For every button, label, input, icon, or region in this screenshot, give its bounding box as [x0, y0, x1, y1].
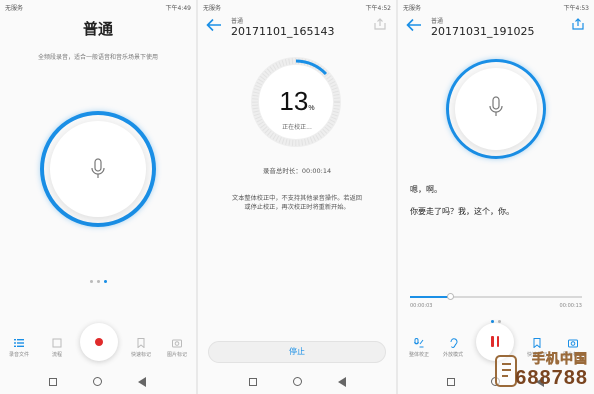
site-watermark: 手机中国 688788	[494, 346, 592, 392]
progress-status: 正在校正...	[282, 124, 312, 131]
carrier-label: 无服务	[403, 5, 422, 12]
mode-title: 普通	[82, 20, 113, 38]
watermark-site-name: 手机中国	[531, 352, 588, 368]
page-dot	[96, 280, 100, 283]
back-arrow-icon[interactable]	[406, 18, 422, 32]
progress-unit: %	[308, 105, 315, 112]
page-indicator	[0, 268, 196, 287]
status-bar: 无服务 下午4:52	[198, 0, 396, 13]
flow-button[interactable]: 流程	[42, 338, 72, 358]
recents-nav-icon[interactable]	[49, 378, 57, 386]
timeline-knob[interactable]	[446, 293, 454, 300]
record-button[interactable]	[80, 323, 118, 361]
record-dot-icon	[95, 338, 103, 346]
system-nav-bar	[0, 374, 196, 390]
full-correction-button[interactable]: 整体校正	[404, 338, 434, 358]
home-nav-icon[interactable]	[293, 377, 302, 386]
status-time: 下午4:53	[563, 5, 589, 12]
bookmark-icon	[137, 338, 145, 348]
page-dot	[89, 280, 93, 283]
transcript-line: 你要走了吗？我，这个，你。	[410, 207, 514, 216]
tool-label: 外放模式	[442, 352, 463, 358]
recording-title: 20171031_191025	[431, 25, 535, 38]
ear-icon	[450, 338, 458, 348]
home-nav-icon[interactable]	[93, 377, 102, 386]
correction-progress-screen: 无服务 下午4:52 普通 20171101_165143 13% 正在校正..…	[198, 0, 396, 394]
back-arrow-icon[interactable]	[206, 18, 222, 32]
carrier-label: 无服务	[5, 5, 24, 12]
square-icon	[52, 338, 62, 348]
share-icon[interactable]	[572, 18, 584, 30]
photo-mark-button[interactable]: 图片标记	[162, 338, 192, 358]
correction-notice: 文本整体校正中，不支持其他录音操作。若返回 或停止校正，再次校正时将重新开始。	[220, 194, 374, 212]
notice-line: 或停止校正，再次校正时将重新开始。	[244, 204, 350, 211]
composite-screenshot: 无服务 下午4:49 普通 全频段录音，适合一般语音和音乐场景下使用 录音文件	[0, 0, 594, 394]
voice-text-icon	[414, 338, 424, 348]
record-duration: 录音总时长：00:00:14	[262, 167, 332, 175]
recording-title: 20171101_165143	[231, 25, 335, 38]
recorder-home-screen: 无服务 下午4:49 普通 全频段录音，适合一般语音和音乐场景下使用 录音文件	[0, 0, 196, 394]
back-nav-icon[interactable]	[138, 377, 146, 387]
recents-nav-icon[interactable]	[447, 378, 455, 386]
mode-label: 普通	[231, 18, 244, 25]
list-icon	[14, 339, 24, 347]
page-dot-active	[103, 280, 107, 283]
status-time: 下午4:52	[365, 5, 391, 12]
playback-transcript-screen: 无服务 下午4:53 普通 20171031_191025 嗯，啊。 你要走了吗…	[398, 0, 594, 394]
timeline-progress	[410, 296, 450, 298]
progress-value: 13	[279, 86, 309, 116]
system-nav-bar	[198, 374, 396, 390]
mode-hint: 全频段录音，适合一般语音和音乐场景下使用	[37, 54, 158, 61]
stop-button[interactable]: 停止	[208, 341, 386, 363]
recordings-button[interactable]: 录音文件	[4, 338, 34, 358]
back-nav-icon[interactable]	[338, 377, 346, 387]
playback-timeline[interactable]	[410, 293, 582, 300]
status-bar: 无服务 下午4:53	[398, 0, 594, 13]
recents-nav-icon[interactable]	[249, 378, 257, 386]
transcript-line: 嗯，啊。	[410, 185, 442, 194]
notice-line: 文本整体校正中，不支持其他录音操作。若返回	[232, 195, 362, 202]
share-icon[interactable]	[374, 18, 386, 30]
mic-icon	[91, 158, 105, 178]
progress-readout: 13%	[198, 86, 396, 117]
watermark-number: 688788	[515, 367, 588, 389]
tool-label: 快速标记	[130, 352, 151, 358]
carrier-label: 无服务	[203, 5, 222, 12]
tool-label: 整体校正	[408, 352, 429, 358]
mic-icon	[489, 96, 503, 116]
speaker-mode-button[interactable]: 外放模式	[438, 338, 468, 358]
status-time: 下午4:49	[165, 5, 191, 12]
tool-label: 流程	[51, 352, 62, 358]
mode-label: 普通	[431, 18, 444, 25]
tool-label: 图片标记	[166, 352, 187, 358]
quick-mark-button[interactable]: 快速标记	[126, 338, 156, 358]
status-bar: 无服务 下午4:49	[0, 0, 196, 13]
camera-icon	[172, 339, 182, 348]
tool-label: 录音文件	[8, 352, 29, 358]
